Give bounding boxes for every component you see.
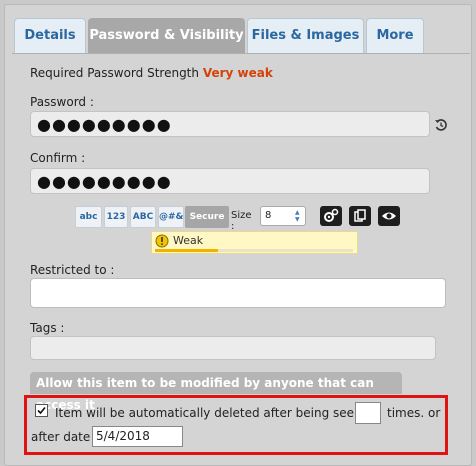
confirm-label: Confirm : [30, 151, 86, 165]
show-password-button[interactable] [378, 206, 400, 226]
generate-password-button[interactable] [320, 206, 342, 226]
copy-icon [354, 209, 366, 222]
chip-secure[interactable]: Secure [185, 206, 229, 228]
password-field[interactable]: ●●●●●●●●● [30, 111, 430, 137]
required-strength-label: Required Password Strength [30, 66, 199, 80]
required-strength-value: Very weak [202, 66, 273, 80]
checkmark-icon [37, 406, 46, 415]
password-value: ●●●●●●●●● [37, 115, 172, 134]
confirm-value: ●●●●●●●●● [37, 172, 172, 191]
size-stepper[interactable]: 8 ▲ ▼ [260, 206, 306, 226]
auto-delete-text: Item will be automatically deleted after… [55, 406, 362, 420]
restricted-to-label: Restricted to : [30, 263, 115, 277]
size-label: Size : [231, 210, 252, 232]
history-icon[interactable] [434, 118, 448, 132]
strength-bar-fill [155, 249, 219, 252]
warning-icon [155, 234, 169, 248]
strength-label: Weak [173, 234, 204, 247]
tab-more[interactable]: More [366, 18, 424, 53]
chip-uppercase[interactable]: ABC [130, 206, 156, 228]
modify-permission-bar[interactable]: Allow this item to be modified by anyone… [30, 372, 402, 412]
chip-numbers[interactable]: 123 [104, 206, 128, 228]
strength-bar [155, 249, 353, 252]
size-value: 8 [265, 210, 272, 221]
auto-delete-checkbox[interactable] [35, 404, 48, 417]
restricted-to-field[interactable] [30, 278, 446, 308]
copy-password-button[interactable] [349, 206, 371, 226]
spinner-arrows-icon[interactable]: ▲ ▼ [295, 209, 303, 223]
chip-lowercase[interactable]: abc [75, 206, 102, 228]
required-strength-row: Required Password Strength Very weak [30, 66, 273, 80]
times-input[interactable] [355, 402, 381, 424]
tab-files-images[interactable]: Files & Images [247, 18, 364, 53]
after-date-label: after date [31, 430, 91, 444]
delete-date-input[interactable]: 5/4/2018 [92, 426, 183, 447]
tab-divider [12, 53, 470, 54]
tab-password-visibility[interactable]: Password & Visibility [88, 18, 245, 53]
password-label: Password : [30, 95, 94, 109]
tags-label: Tags : [30, 321, 65, 335]
tags-field[interactable] [30, 336, 436, 360]
strength-meter: Weak [151, 231, 358, 254]
times-or-text: times. or [387, 406, 441, 420]
gears-icon [324, 208, 339, 222]
confirm-field[interactable]: ●●●●●●●●● [30, 168, 430, 194]
auto-delete-highlight [24, 395, 448, 455]
chip-symbols[interactable]: @#& [158, 206, 184, 228]
eye-icon [382, 212, 396, 220]
tab-details[interactable]: Details [14, 18, 86, 53]
